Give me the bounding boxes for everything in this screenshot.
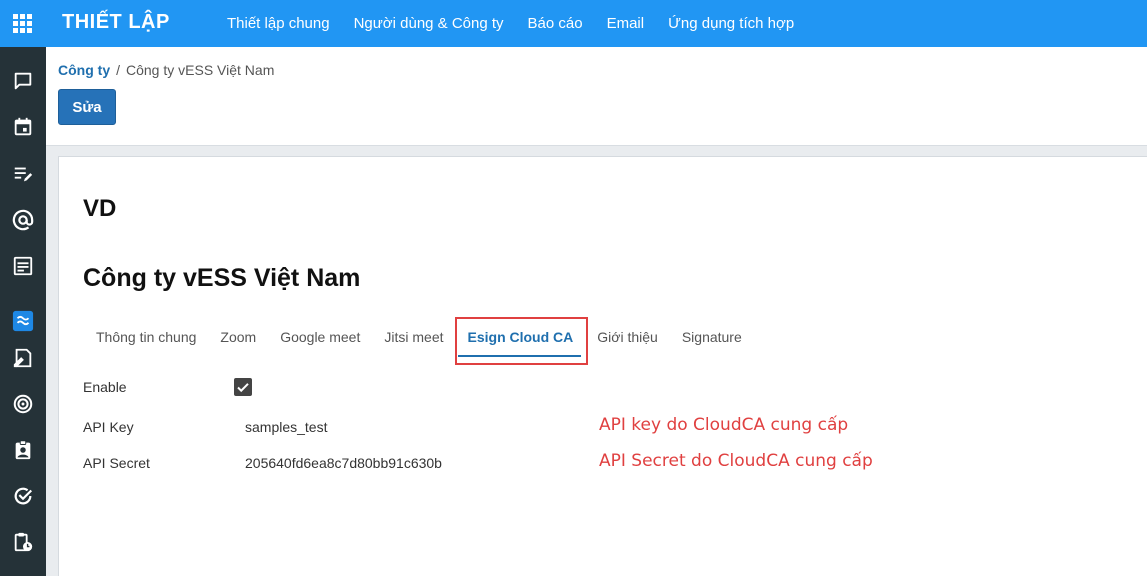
enable-label: Enable xyxy=(83,379,127,395)
notes-icon[interactable] xyxy=(12,163,34,185)
breadcrumb-current: Công ty vESS Việt Nam xyxy=(126,62,275,78)
notebook-tabs: Thông tin chung Zoom Google meet Jitsi m… xyxy=(84,321,754,357)
menu-general-settings[interactable]: Thiết lập chung xyxy=(227,15,330,32)
control-panel: Công ty / Công ty vESS Việt Nam Sửa xyxy=(46,47,1147,146)
breadcrumb: Công ty / Công ty vESS Việt Nam xyxy=(58,62,274,78)
tab-google-meet[interactable]: Google meet xyxy=(268,321,372,357)
tab-zoom[interactable]: Zoom xyxy=(208,321,268,357)
chat-icon[interactable] xyxy=(12,70,34,92)
tab-esign-cloud-ca[interactable]: Esign Cloud CA xyxy=(456,321,586,357)
at-sign-icon[interactable] xyxy=(12,209,34,231)
record-ref: VD xyxy=(83,195,117,222)
document-icon[interactable] xyxy=(12,255,34,277)
tab-general-info[interactable]: Thông tin chung xyxy=(84,321,208,357)
edit-button[interactable]: Sửa xyxy=(58,89,116,125)
contract-sign-icon[interactable] xyxy=(12,347,34,369)
breadcrumb-parent-link[interactable]: Công ty xyxy=(58,62,110,78)
sign-app-icon[interactable] xyxy=(12,310,34,332)
api-secret-value[interactable]: 205640fd6ea8c7d80bb91c630b xyxy=(245,455,442,471)
api-secret-annotation: API Secret do CloudCA cung cấp xyxy=(599,451,873,471)
menu-users-companies[interactable]: Người dùng & Công ty xyxy=(354,15,504,32)
menu-reports[interactable]: Báo cáo xyxy=(528,15,583,32)
form-sheet: VD Công ty vESS Việt Nam Thông tin chung… xyxy=(58,156,1147,576)
api-secret-label: API Secret xyxy=(83,455,150,471)
breadcrumb-separator: / xyxy=(116,62,120,78)
employee-badge-icon[interactable] xyxy=(12,439,34,461)
api-key-value[interactable]: samples_test xyxy=(245,419,327,435)
enable-checkbox[interactable] xyxy=(234,378,252,396)
tab-introduction[interactable]: Giới thiệu xyxy=(585,321,670,357)
check-circle-icon[interactable] xyxy=(12,485,34,507)
top-menu: Thiết lập chung Người dùng & Công ty Báo… xyxy=(227,0,818,47)
checkmark-icon xyxy=(237,383,249,393)
app-sidebar xyxy=(0,47,46,576)
menu-email[interactable]: Email xyxy=(607,15,645,32)
tab-signature[interactable]: Signature xyxy=(670,321,754,357)
api-key-label: API Key xyxy=(83,419,134,435)
target-icon[interactable] xyxy=(12,393,34,415)
calendar-icon[interactable] xyxy=(12,116,34,138)
clipboard-clock-icon[interactable] xyxy=(12,531,34,553)
record-title: Công ty vESS Việt Nam xyxy=(83,264,361,292)
tab-jitsi-meet[interactable]: Jitsi meet xyxy=(372,321,455,357)
apps-grid-icon[interactable] xyxy=(13,14,32,33)
app-title[interactable]: THIẾT LẬP xyxy=(62,11,170,34)
menu-integrations[interactable]: Ứng dụng tích hợp xyxy=(668,15,794,32)
api-key-annotation: API key do CloudCA cung cấp xyxy=(599,415,849,435)
top-navbar: THIẾT LẬP Thiết lập chung Người dùng & C… xyxy=(0,0,1147,47)
